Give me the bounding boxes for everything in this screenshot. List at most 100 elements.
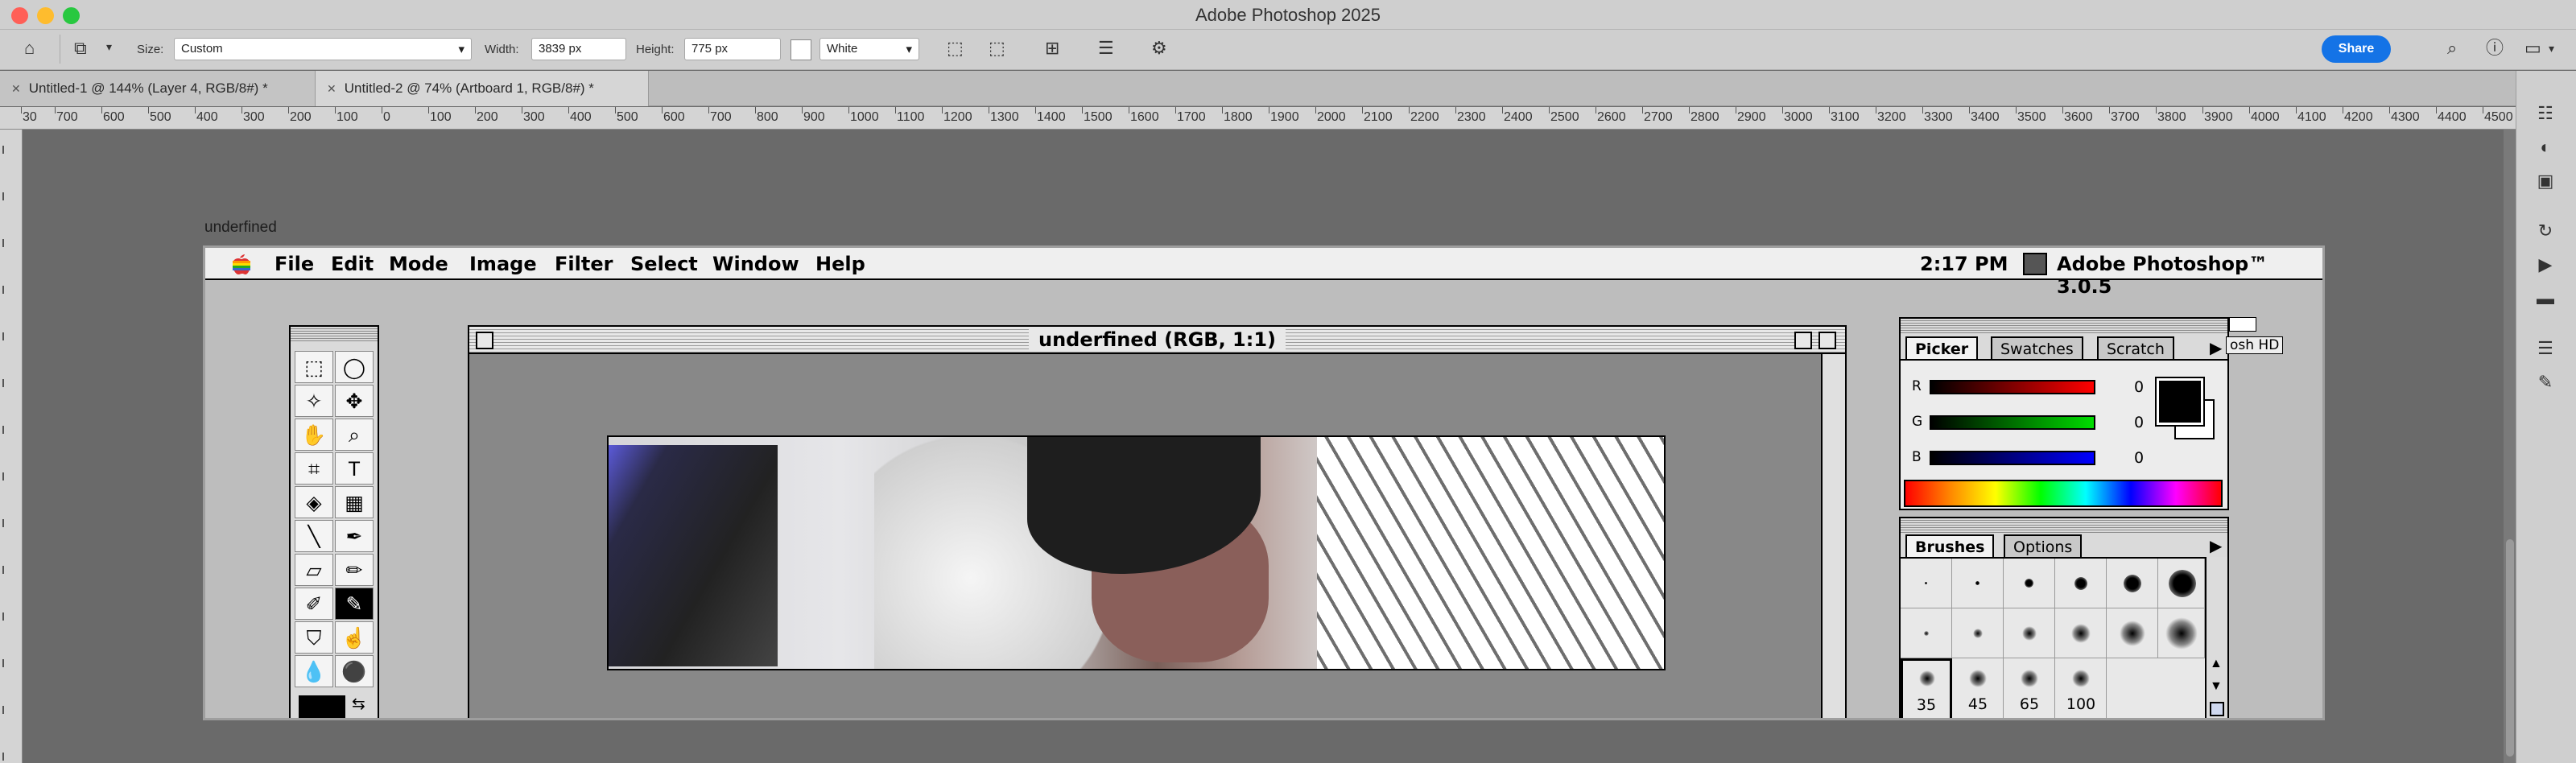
height-field[interactable]: 775 px [684,38,781,60]
close-icon[interactable]: ✕ [327,82,336,95]
gear-icon[interactable]: ⚙ [1151,39,1167,57]
brush-cell[interactable] [1901,608,1952,658]
rotate-canvas-icon[interactable]: ⬚ [947,39,964,57]
blue-slider[interactable] [1930,451,2095,465]
red-slider[interactable] [1930,380,2095,394]
brush-cell[interactable] [2107,608,2158,658]
dodge-tool-icon[interactable]: ⚫ [335,655,374,687]
brush-cell[interactable] [1952,559,2004,608]
menu-file[interactable]: File [275,253,314,275]
crop-tool-icon[interactable]: ⌗ [295,452,333,485]
palette-menu-arrow-icon[interactable]: ▶ [2210,536,2222,556]
eraser-tool-icon[interactable]: ▱ [295,554,333,586]
tab-untitled-1[interactable]: ✕ Untitled-1 @ 144% (Layer 4, RGB/8#) * [0,71,316,106]
width-field[interactable]: 3839 px [531,38,626,60]
chevron-down-icon[interactable]: ▾ [2549,43,2554,54]
adjustments-icon[interactable]: ☷ [2534,103,2557,126]
search-icon[interactable]: ⌕ [2447,39,2457,57]
collapse-box-icon[interactable] [1818,332,1836,349]
menu-mode[interactable]: Mode [389,253,448,275]
tab-swatches[interactable]: Swatches [1991,336,2083,359]
brush-cell[interactable] [2055,559,2107,608]
color-icon[interactable]: ◐ [2534,137,2557,159]
share-button[interactable]: Share [2322,35,2391,63]
fill-color-swatch[interactable] [791,39,811,60]
disk-label[interactable]: osh HD [2226,336,2284,354]
scroll-up-icon[interactable]: ▲ [2210,657,2223,671]
tab-picker[interactable]: Picker [1905,336,1979,359]
airbrush-tool-icon[interactable]: ✐ [295,588,333,620]
brush-cell[interactable]: 100 [2055,658,2107,718]
close-icon[interactable]: ✕ [11,82,21,95]
brush-cell[interactable]: 45 [1952,658,2004,718]
home-icon[interactable]: ⌂ [24,39,35,57]
crop-tool-preset-icon[interactable]: ⧉ [74,39,87,57]
scroll-down-icon[interactable]: ▼ [2210,679,2223,694]
scrollbar-thumb[interactable] [2506,539,2514,757]
brush-cell[interactable] [2055,608,2107,658]
properties-icon[interactable]: ☰ [2534,338,2557,361]
size-select[interactable]: Custom ▾ [174,38,472,60]
line-tool-icon[interactable]: ╲ [295,520,333,552]
brush-cell[interactable] [2004,608,2055,658]
resize-box-icon[interactable] [2210,702,2224,716]
brush-cell[interactable] [2107,559,2158,608]
paint-bucket-tool-icon[interactable]: ◈ [295,486,333,518]
gradient-tool-icon[interactable]: ▦ [335,486,374,518]
swap-colors-icon[interactable]: ⇆ [352,694,365,714]
align-icon[interactable]: ☰ [1098,39,1114,57]
document-title-bar[interactable]: underfined (RGB, 1:1) [469,327,1845,354]
marquee-tool-icon[interactable]: ⬚ [295,351,333,383]
document-scrollbar[interactable] [1821,354,1845,718]
tab-scratch[interactable]: Scratch [2097,336,2174,359]
actions-play-icon[interactable]: ▶ [2534,254,2557,277]
tab-untitled-2[interactable]: ✕ Untitled-2 @ 74% (Artboard 1, RGB/8#) * [316,71,649,106]
desktop-disk-icon[interactable] [2229,317,2256,332]
green-slider[interactable] [1930,415,2095,430]
add-artboard-icon[interactable]: ⊞ [1045,39,1059,57]
blur-tool-icon[interactable]: 💧 [295,655,333,687]
palette-title-bar[interactable] [1901,518,2227,533]
libraries-icon[interactable]: ▣ [2534,171,2557,193]
brush-cell[interactable] [2158,608,2205,658]
brush-cell[interactable] [1952,608,2004,658]
magic-wand-tool-icon[interactable]: ✧ [295,385,333,417]
history-icon[interactable]: ↻ [2534,221,2557,243]
apple-logo-icon[interactable] [229,251,250,275]
type-tool-icon[interactable]: T [335,452,374,485]
brush-settings-icon[interactable]: ✎ [2534,372,2557,394]
foreground-color-swatch[interactable] [299,695,345,718]
tab-brushes[interactable]: Brushes [1905,534,1995,557]
paintbrush-tool-icon[interactable]: ✎ [335,588,374,620]
eyedropper-tool-icon[interactable]: ✒ [335,520,374,552]
move-tool-icon[interactable]: ✥ [335,385,374,417]
fill-select[interactable]: White ▾ [819,38,919,60]
hand-tool-icon[interactable]: ✋ [295,419,333,451]
menu-edit[interactable]: Edit [331,253,374,275]
smudge-tool-icon[interactable]: ☝ [335,621,374,654]
menu-window[interactable]: Window [712,253,799,275]
color-ramp[interactable] [1904,480,2223,507]
lasso-tool-icon[interactable]: ◯ [335,351,374,383]
application-menu[interactable]: Adobe Photoshop™ 3.0.5 [2057,253,2322,298]
zoom-box-icon[interactable] [1794,332,1812,349]
brush-cell[interactable] [2004,559,2055,608]
menu-filter[interactable]: Filter [555,253,613,275]
menu-image[interactable]: Image [469,253,537,275]
photoshop-eye-icon[interactable] [2023,253,2047,275]
rubber-stamp-tool-icon[interactable]: ⛉ [295,621,333,654]
help-icon[interactable]: ⓘ [2486,39,2504,57]
brush-cell[interactable]: 65 [2004,658,2055,718]
brush-scrollbar[interactable]: ▲ ▼ [2205,557,2227,718]
zoom-tool-icon[interactable]: ⌕ [335,419,374,451]
palette-menu-arrow-icon[interactable]: ▶ [2210,338,2222,358]
toolbox-title-bar[interactable] [291,327,378,343]
comments-icon[interactable]: ▬ [2534,288,2557,311]
foreground-color-swatch[interactable] [2155,377,2205,427]
fit-artboard-icon[interactable]: ⬚ [989,39,1005,57]
pencil-tool-icon[interactable]: ✏ [335,554,374,586]
tab-options[interactable]: Options [2004,534,2083,557]
brush-cell-selected[interactable]: 35 [1901,658,1952,718]
brush-cell[interactable] [2158,559,2205,608]
workspace-icon[interactable]: ▭ [2524,39,2541,57]
